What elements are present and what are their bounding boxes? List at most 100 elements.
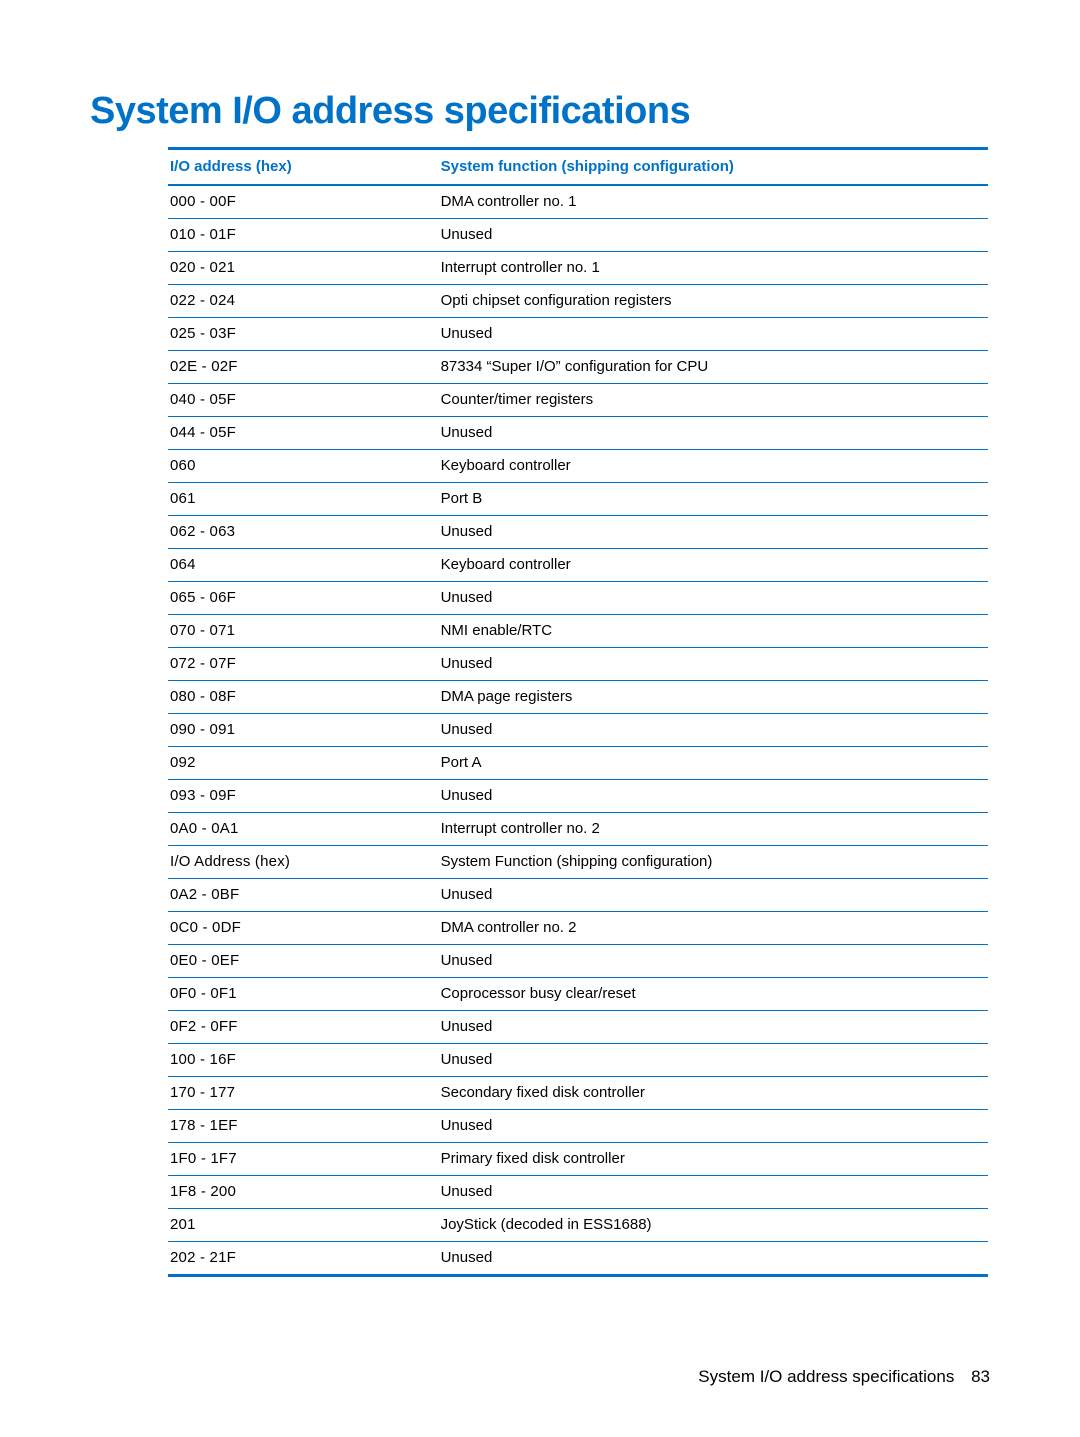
- cell-io-address: 044 - 05F: [168, 417, 439, 450]
- io-address-table: I/O address (hex) System function (shipp…: [168, 147, 988, 1277]
- table-row: 040 - 05FCounter/timer registers: [168, 384, 988, 417]
- cell-io-address: 062 - 063: [168, 516, 439, 549]
- cell-system-function: Unused: [439, 714, 988, 747]
- table-row: 0E0 - 0EFUnused: [168, 945, 988, 978]
- cell-io-address: 0F2 - 0FF: [168, 1011, 439, 1044]
- cell-system-function: Counter/timer registers: [439, 384, 988, 417]
- table-row: 061Port B: [168, 483, 988, 516]
- cell-io-address: I/O Address (hex): [168, 846, 439, 879]
- cell-system-function: Unused: [439, 1242, 988, 1276]
- cell-io-address: 092: [168, 747, 439, 780]
- cell-system-function: Unused: [439, 780, 988, 813]
- table-row: 202 - 21FUnused: [168, 1242, 988, 1276]
- table-row: 020 - 021Interrupt controller no. 1: [168, 252, 988, 285]
- cell-io-address: 0C0 - 0DF: [168, 912, 439, 945]
- cell-system-function: Unused: [439, 417, 988, 450]
- table-row: 201JoyStick (decoded in ESS1688): [168, 1209, 988, 1242]
- cell-system-function: Unused: [439, 1011, 988, 1044]
- cell-io-address: 010 - 01F: [168, 219, 439, 252]
- table-row: 070 - 071NMI enable/RTC: [168, 615, 988, 648]
- cell-system-function: Keyboard controller: [439, 549, 988, 582]
- cell-system-function: Unused: [439, 318, 988, 351]
- header-system-function: System function (shipping configuration): [439, 149, 988, 186]
- cell-io-address: 0A2 - 0BF: [168, 879, 439, 912]
- cell-system-function: Primary fixed disk controller: [439, 1143, 988, 1176]
- cell-system-function: Unused: [439, 945, 988, 978]
- cell-system-function: JoyStick (decoded in ESS1688): [439, 1209, 988, 1242]
- cell-io-address: 1F8 - 200: [168, 1176, 439, 1209]
- table-row: I/O Address (hex)System Function (shippi…: [168, 846, 988, 879]
- cell-io-address: 202 - 21F: [168, 1242, 439, 1276]
- cell-system-function: Port A: [439, 747, 988, 780]
- cell-system-function: Unused: [439, 1044, 988, 1077]
- cell-io-address: 061: [168, 483, 439, 516]
- cell-io-address: 072 - 07F: [168, 648, 439, 681]
- cell-system-function: Keyboard controller: [439, 450, 988, 483]
- table-row: 0F2 - 0FFUnused: [168, 1011, 988, 1044]
- cell-system-function: Unused: [439, 582, 988, 615]
- table-row: 178 - 1EFUnused: [168, 1110, 988, 1143]
- table-header-row: I/O address (hex) System function (shipp…: [168, 149, 988, 186]
- cell-io-address: 022 - 024: [168, 285, 439, 318]
- table-row: 072 - 07FUnused: [168, 648, 988, 681]
- table-row: 062 - 063Unused: [168, 516, 988, 549]
- table-row: 1F8 - 200Unused: [168, 1176, 988, 1209]
- cell-io-address: 178 - 1EF: [168, 1110, 439, 1143]
- table-row: 092Port A: [168, 747, 988, 780]
- cell-io-address: 020 - 021: [168, 252, 439, 285]
- cell-io-address: 02E - 02F: [168, 351, 439, 384]
- table-row: 022 - 024Opti chipset configuration regi…: [168, 285, 988, 318]
- header-io-address: I/O address (hex): [168, 149, 439, 186]
- cell-io-address: 093 - 09F: [168, 780, 439, 813]
- cell-io-address: 065 - 06F: [168, 582, 439, 615]
- cell-system-function: Opti chipset configuration registers: [439, 285, 988, 318]
- table-row: 0A0 - 0A1Interrupt controller no. 2: [168, 813, 988, 846]
- cell-system-function: Interrupt controller no. 1: [439, 252, 988, 285]
- cell-system-function: Secondary fixed disk controller: [439, 1077, 988, 1110]
- table-row: 080 - 08FDMA page registers: [168, 681, 988, 714]
- footer-section-title: System I/O address specifications: [698, 1367, 954, 1386]
- table-row: 060Keyboard controller: [168, 450, 988, 483]
- cell-io-address: 0F0 - 0F1: [168, 978, 439, 1011]
- cell-system-function: Unused: [439, 1110, 988, 1143]
- table-row: 090 - 091Unused: [168, 714, 988, 747]
- cell-io-address: 080 - 08F: [168, 681, 439, 714]
- cell-system-function: Unused: [439, 1176, 988, 1209]
- table-row: 025 - 03FUnused: [168, 318, 988, 351]
- cell-system-function: DMA page registers: [439, 681, 988, 714]
- page-footer: System I/O address specifications 83: [698, 1367, 990, 1387]
- cell-system-function: Coprocessor busy clear/reset: [439, 978, 988, 1011]
- cell-io-address: 1F0 - 1F7: [168, 1143, 439, 1176]
- cell-io-address: 0A0 - 0A1: [168, 813, 439, 846]
- cell-system-function: Unused: [439, 879, 988, 912]
- table-row: 0F0 - 0F1Coprocessor busy clear/reset: [168, 978, 988, 1011]
- cell-io-address: 025 - 03F: [168, 318, 439, 351]
- table-row: 0C0 - 0DFDMA controller no. 2: [168, 912, 988, 945]
- cell-system-function: DMA controller no. 2: [439, 912, 988, 945]
- cell-system-function: Unused: [439, 648, 988, 681]
- table-row: 065 - 06FUnused: [168, 582, 988, 615]
- cell-io-address: 100 - 16F: [168, 1044, 439, 1077]
- cell-io-address: 040 - 05F: [168, 384, 439, 417]
- table-row: 044 - 05FUnused: [168, 417, 988, 450]
- cell-system-function: NMI enable/RTC: [439, 615, 988, 648]
- table-row: 093 - 09FUnused: [168, 780, 988, 813]
- table-row: 000 - 00FDMA controller no. 1: [168, 185, 988, 219]
- table-row: 0A2 - 0BFUnused: [168, 879, 988, 912]
- table-row: 064Keyboard controller: [168, 549, 988, 582]
- cell-system-function: 87334 “Super I/O” configuration for CPU: [439, 351, 988, 384]
- cell-io-address: 070 - 071: [168, 615, 439, 648]
- page-title: System I/O address specifications: [90, 90, 990, 133]
- cell-system-function: Interrupt controller no. 2: [439, 813, 988, 846]
- cell-io-address: 0E0 - 0EF: [168, 945, 439, 978]
- cell-io-address: 064: [168, 549, 439, 582]
- page: System I/O address specifications I/O ad…: [0, 0, 1080, 1437]
- cell-system-function: System Function (shipping configuration): [439, 846, 988, 879]
- cell-system-function: Unused: [439, 516, 988, 549]
- footer-page-number: 83: [971, 1367, 990, 1386]
- table-row: 100 - 16FUnused: [168, 1044, 988, 1077]
- cell-io-address: 090 - 091: [168, 714, 439, 747]
- cell-io-address: 201: [168, 1209, 439, 1242]
- cell-system-function: Unused: [439, 219, 988, 252]
- table-row: 010 - 01FUnused: [168, 219, 988, 252]
